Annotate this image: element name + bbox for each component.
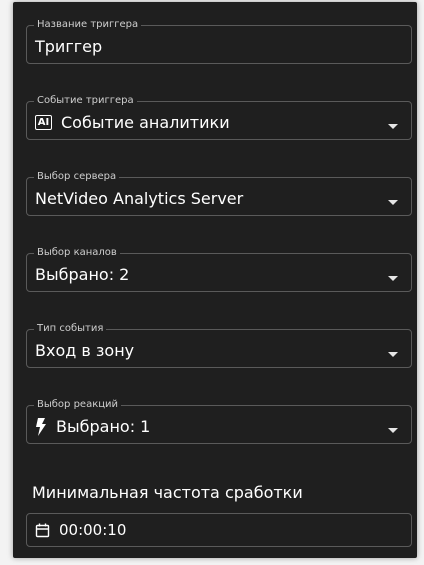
reactions-select[interactable]: Выбор реакций Выбрано: 1 — [26, 400, 412, 444]
trigger-event-label: Событие триггера — [37, 95, 134, 106]
event-type-label: Тип события — [37, 323, 104, 334]
min-frequency-time-input[interactable]: 00:00:10 — [26, 513, 412, 547]
chevron-down-icon[interactable] — [388, 428, 398, 433]
min-frequency-time-value: 00:00:10 — [59, 521, 127, 539]
trigger-name-label: Название триггера — [37, 19, 139, 30]
chevron-down-icon[interactable] — [388, 276, 398, 281]
chevron-down-icon[interactable] — [388, 200, 398, 205]
chevron-down-icon[interactable] — [388, 352, 398, 357]
ai-icon-text: AI — [35, 115, 52, 130]
trigger-name-field[interactable]: Название триггера Триггер — [26, 20, 412, 64]
server-select-value: NetVideo Analytics Server — [35, 189, 244, 208]
trigger-event-value: Событие аналитики — [61, 113, 230, 132]
chevron-down-icon[interactable] — [388, 124, 398, 129]
server-select[interactable]: Выбор сервера NetVideo Analytics Server — [26, 172, 412, 216]
trigger-name-value: Триггер — [35, 37, 103, 56]
reactions-select-label: Выбор реакций — [37, 399, 119, 410]
lightning-icon — [35, 417, 47, 436]
trigger-event-select[interactable]: Событие триггера AI Событие аналитики — [26, 96, 412, 140]
channels-select[interactable]: Выбор каналов Выбрано: 2 — [26, 248, 412, 292]
event-type-select[interactable]: Тип события Вход в зону — [26, 324, 412, 368]
min-frequency-label: Минимальная частота сработки — [32, 483, 303, 502]
channels-select-value: Выбрано: 2 — [35, 265, 130, 284]
event-type-value: Вход в зону — [35, 341, 135, 360]
reactions-select-value: Выбрано: 1 — [56, 417, 151, 436]
trigger-settings-panel: Название триггера Триггер Событие тригге… — [13, 2, 417, 558]
channels-select-label: Выбор каналов — [37, 247, 117, 258]
ai-icon: AI — [35, 115, 52, 130]
server-select-label: Выбор сервера — [37, 171, 117, 182]
calendar-icon[interactable] — [35, 523, 50, 538]
